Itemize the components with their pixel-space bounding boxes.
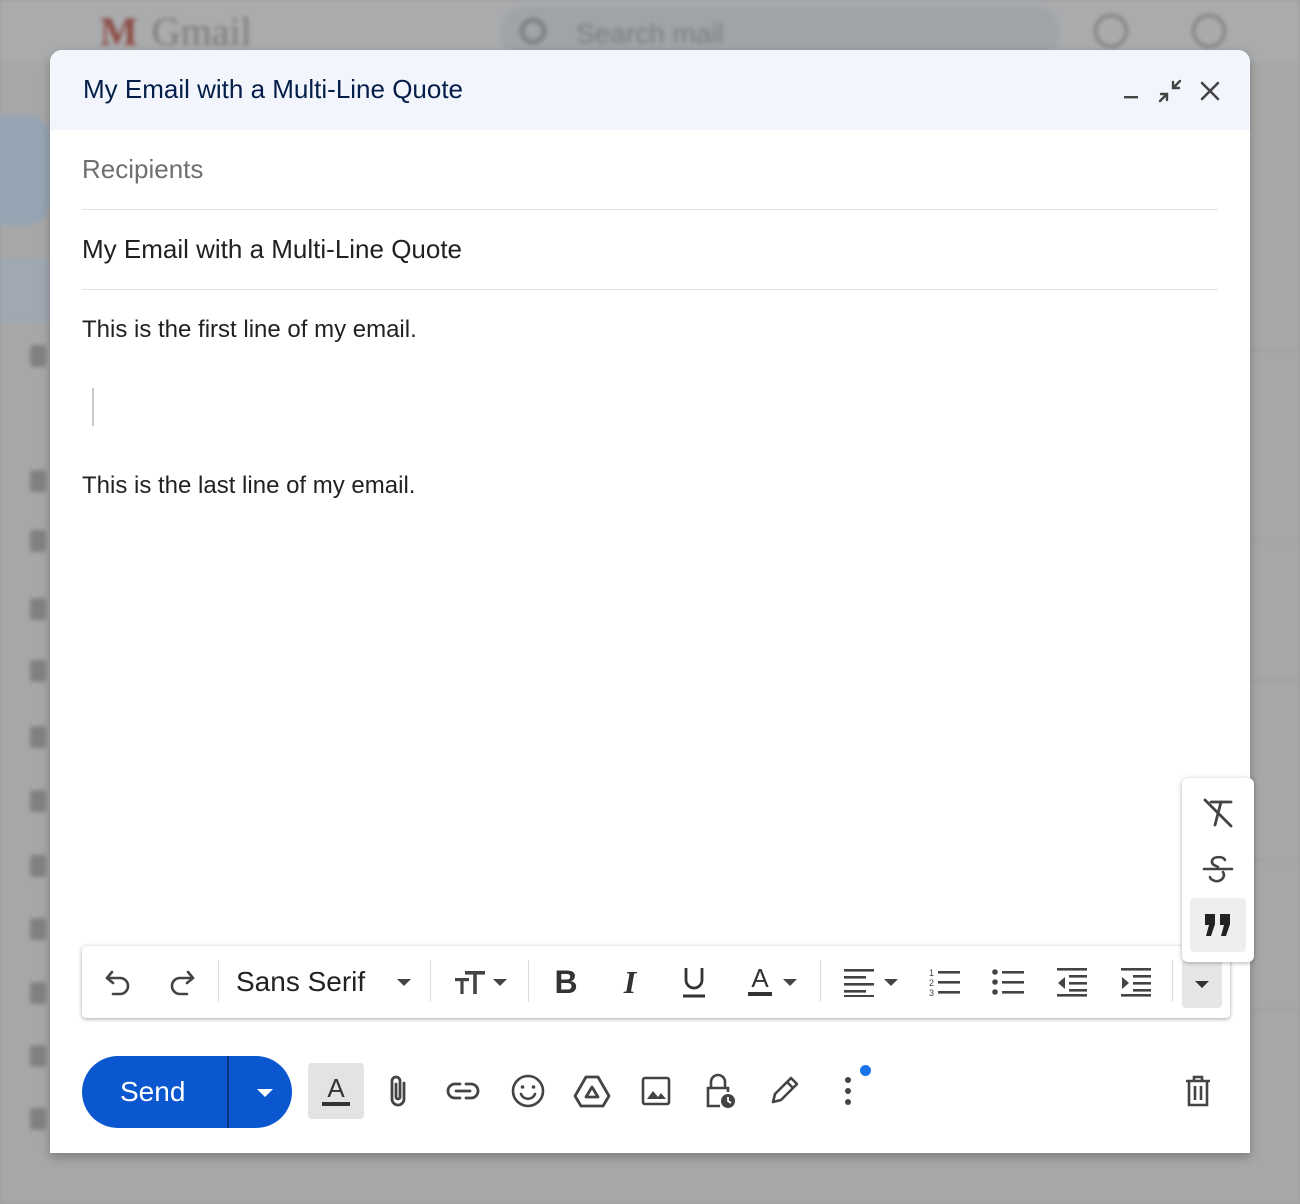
chevron-down-icon [397,978,412,986]
undo-icon[interactable] [98,960,138,1004]
chevron-down-icon [783,978,797,986]
redo-icon[interactable] [162,960,202,1004]
text-color-icon[interactable]: A [736,960,806,1004]
svg-text:2: 2 [929,978,934,988]
toolbar-separator [820,960,821,1002]
toolbar-separator [430,960,431,1002]
background-row-divider [1250,350,1300,351]
strikethrough-icon[interactable] [1190,842,1246,896]
background-nav-icon [30,726,46,748]
schedule-send-dropdown[interactable] [247,1080,283,1106]
indent-less-icon[interactable] [1050,960,1094,1004]
recipients-field[interactable]: Recipients [82,130,1218,210]
svg-text:3: 3 [929,988,934,997]
background-row-divider [1250,1010,1300,1011]
formatting-options-icon[interactable]: A [308,1063,364,1119]
confidential-mode-icon[interactable] [692,1063,748,1119]
background-row-divider [1250,540,1300,541]
exit-full-screen-icon[interactable] [1155,76,1185,106]
email-body-first-line[interactable]: This is the first line of my email. [82,316,417,344]
bold-icon[interactable]: B [544,960,588,1004]
subject-value: My Email with a Multi-Line Quote [82,234,463,264]
emoji-icon[interactable] [500,1063,556,1119]
background-nav-icon [30,1108,46,1130]
send-label: Send [120,1076,186,1107]
attach-icon[interactable] [370,1063,426,1119]
background-nav-icon [30,470,46,492]
italic-icon[interactable]: I [608,960,652,1004]
toolbar-separator [1172,960,1173,1002]
notification-dot [860,1065,871,1076]
background-nav-icon [30,1045,46,1067]
font-family-select[interactable]: Sans Serif [232,960,422,1004]
background-nav-icon [30,530,46,552]
svg-text:1: 1 [929,968,934,978]
background-nav-icon [30,660,46,682]
background-row-divider [1250,860,1300,861]
font-family-label: Sans Serif [236,966,366,997]
background-compose-button [0,115,50,225]
background-row-divider [1250,680,1300,681]
indent-more-icon[interactable] [1114,960,1158,1004]
svg-text:A: A [751,965,769,993]
compose-title: My Email with a Multi-Line Quote [83,74,464,104]
background-nav-icon [30,855,46,877]
numbered-list-icon[interactable]: 1 2 3 [922,960,966,1004]
chevron-down-icon [1195,980,1209,988]
font-size-icon[interactable] [444,960,516,1004]
email-body-last-line[interactable]: This is the last line of my email. [82,472,415,500]
help-icon [1094,14,1128,48]
background-nav-icon [30,790,46,812]
drive-icon[interactable] [564,1063,620,1119]
send-divider [227,1056,229,1128]
chevron-down-icon [884,978,898,986]
background-nav-icon [30,982,46,1004]
compose-window: My Email with a Multi-Line Quote Recipie… [50,50,1254,1153]
toolbar-separator [218,960,219,1002]
photo-icon[interactable] [628,1063,684,1119]
bulleted-list-icon[interactable] [986,960,1030,1004]
recipients-placeholder: Recipients [82,154,204,184]
close-icon[interactable] [1195,76,1225,106]
svg-text:A: A [327,1073,345,1103]
signature-icon[interactable] [756,1063,812,1119]
chevron-down-icon [257,1089,273,1097]
send-button[interactable]: Send [82,1056,292,1128]
background-nav-icon [30,918,46,940]
more-formatting-popup [1182,778,1254,962]
align-icon[interactable] [834,960,906,1004]
toolbar-separator [528,960,529,1002]
underline-icon[interactable] [672,960,716,1004]
formatting-toolbar: Sans Serif B I A 1 2 3 [82,946,1230,1018]
discard-icon[interactable] [1170,1063,1226,1119]
background-nav-icon [30,345,46,367]
link-icon[interactable] [435,1063,491,1119]
chevron-down-icon [493,978,507,986]
settings-icon [1192,14,1226,48]
minimize-icon[interactable] [1116,76,1146,106]
search-icon [520,18,546,44]
blockquote-bar[interactable] [92,388,94,426]
quote-icon[interactable] [1190,898,1246,952]
background-nav-icon [30,598,46,620]
background-selected-item [0,258,50,322]
more-formatting-icon[interactable] [1182,960,1222,1008]
background-logo: M Gmail [100,9,252,54]
compose-title-bar[interactable]: My Email with a Multi-Line Quote [50,50,1250,130]
subject-field[interactable]: My Email with a Multi-Line Quote [82,210,1218,290]
remove-formatting-icon[interactable] [1190,786,1246,840]
